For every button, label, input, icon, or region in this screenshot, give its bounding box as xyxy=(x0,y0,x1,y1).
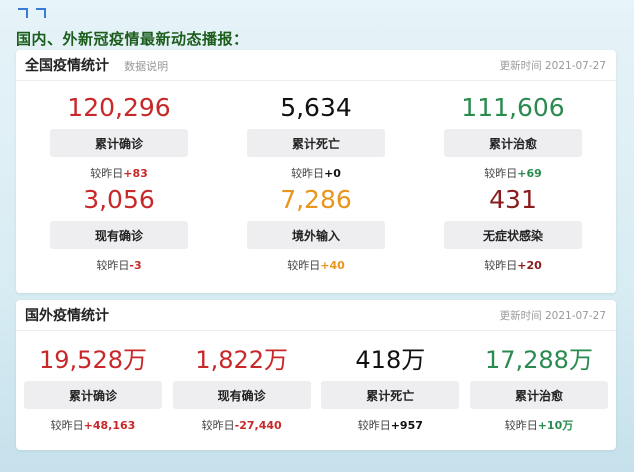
stat-value: 19,528万 xyxy=(39,346,147,374)
stat-value: 7,286 xyxy=(280,185,352,214)
domestic-card-title: 全国疫情统计 xyxy=(25,58,109,74)
domestic-card-header: 全国疫情统计 数据说明 更新时间 2021-07-27 xyxy=(16,50,616,81)
stat-value: 120,296 xyxy=(67,93,171,122)
stat-delta: 较昨日+48,163 xyxy=(50,419,136,432)
stat-label: 现有确诊 xyxy=(50,221,188,249)
stat-label: 现有确诊 xyxy=(172,381,311,409)
stat-cumulative-recovered: 111,606 累计治愈 较昨日+69 xyxy=(444,81,582,181)
stat-label: 累计死亡 xyxy=(321,381,460,409)
stat-cumulative-confirmed: 120,296 累计确诊 较昨日+83 xyxy=(50,81,188,181)
stat-delta: 较昨日+10万 xyxy=(504,419,574,432)
foreign-updated-time: 更新时间 2021-07-27 xyxy=(499,309,606,322)
stat-value: 431 xyxy=(489,185,537,214)
stat-label: 无症状感染 xyxy=(444,221,582,249)
stat-value: 418万 xyxy=(355,346,426,374)
stat-asymptomatic: 431 无症状感染 较昨日+20 xyxy=(444,181,582,273)
foreign-card-title: 国外疫情统计 xyxy=(25,308,109,324)
stat-delta: 较昨日+20 xyxy=(484,259,542,272)
page-headline: 国内、外新冠疫情最新动态播报： xyxy=(16,30,249,48)
stat-cumulative-deaths: 5,634 累计死亡 较昨日+0 xyxy=(247,81,385,181)
domestic-stats-card: 全国疫情统计 数据说明 更新时间 2021-07-27 120,296 累计确诊… xyxy=(16,50,616,293)
stat-value: 1,822万 xyxy=(195,346,289,374)
foreign-stats-card: 国外疫情统计 更新时间 2021-07-27 19,528万 累计确诊 较昨日+… xyxy=(16,300,616,450)
stat-label: 累计治愈 xyxy=(469,381,608,409)
domestic-updated-time: 更新时间 2021-07-27 xyxy=(499,59,606,72)
stat-current-confirmed: 3,056 现有确诊 较昨日-3 xyxy=(50,181,188,273)
stat-label: 境外输入 xyxy=(247,221,385,249)
stat-value: 5,634 xyxy=(280,93,352,122)
stat-delta: 较昨日-27,440 xyxy=(201,419,282,432)
domestic-stats-row-1: 120,296 累计确诊 较昨日+83 5,634 累计死亡 较昨日+0 111… xyxy=(16,81,616,181)
foreign-card-header: 国外疫情统计 更新时间 2021-07-27 xyxy=(16,300,616,331)
foreign-stats-row: 19,528万 累计确诊 较昨日+48,163 1,822万 现有确诊 较昨日-… xyxy=(16,331,616,433)
stat-delta: 较昨日+0 xyxy=(291,167,341,180)
stat-value: 111,606 xyxy=(461,93,565,122)
stat-label: 累计死亡 xyxy=(247,129,385,157)
stat-label: 累计确诊 xyxy=(24,381,162,409)
data-notes-link[interactable]: 数据说明 xyxy=(124,60,168,73)
stat-foreign-cumulative-confirmed: 19,528万 累计确诊 较昨日+48,163 xyxy=(24,331,162,433)
stat-delta: 较昨日+957 xyxy=(357,419,423,432)
stat-delta: 较昨日+40 xyxy=(287,259,345,272)
stat-delta: 较昨日-3 xyxy=(96,259,142,272)
stat-label: 累计治愈 xyxy=(444,129,582,157)
stat-delta: 较昨日+83 xyxy=(90,167,148,180)
stat-imported-cases: 7,286 境外输入 较昨日+40 xyxy=(247,181,385,273)
stat-label: 累计确诊 xyxy=(50,129,188,157)
stat-delta: 较昨日+69 xyxy=(484,167,542,180)
domestic-stats-row-2: 3,056 现有确诊 较昨日-3 7,286 境外输入 较昨日+40 431 无… xyxy=(16,181,616,273)
stat-foreign-cumulative-recovered: 17,288万 累计治愈 较昨日+10万 xyxy=(469,331,608,433)
stat-value: 3,056 xyxy=(83,185,155,214)
stat-foreign-current-confirmed: 1,822万 现有确诊 较昨日-27,440 xyxy=(172,331,311,433)
stat-value: 17,288万 xyxy=(484,346,593,374)
corner-decoration xyxy=(18,8,46,18)
stat-foreign-cumulative-deaths: 418万 累计死亡 较昨日+957 xyxy=(321,331,460,433)
